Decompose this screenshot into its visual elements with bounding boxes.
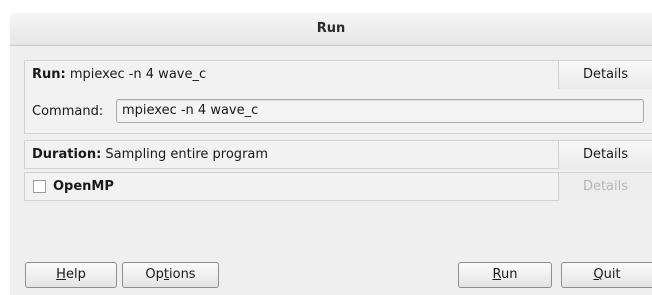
help-mnemonic: H [56,267,66,282]
options-button[interactable]: Options [122,262,219,288]
run-label-heading: Run: [32,67,66,82]
help-rest: elp [65,267,86,282]
duration-details-button[interactable]: Details [558,141,652,169]
quit-mnemonic: Q [593,267,604,282]
run-dialog: Run Run: mpiexec -n 4 wave_c Details Com… [10,12,652,295]
run-rest: un [500,267,518,282]
duration-label-value: Sampling entire program [101,147,269,162]
options-before: Op [145,267,164,282]
command-input[interactable]: mpiexec -n 4 wave_c [116,99,644,123]
run-button[interactable]: Run [458,262,552,288]
openmp-checkbox[interactable] [33,180,46,193]
run-mnemonic: R [492,267,501,282]
quit-button[interactable]: Quit [561,262,652,288]
title-bar[interactable]: Run [10,12,652,46]
duration-label-heading: Duration: [32,147,102,162]
options-rest: ions [169,267,196,282]
command-label: Command: [32,104,104,119]
run-details-button[interactable]: Details [558,61,652,89]
openmp-label: OpenMP [53,173,114,201]
help-button[interactable]: Help [25,262,117,288]
openmp-section: OpenMP Details [24,172,652,201]
openmp-details-button: Details [558,173,652,201]
run-section: Run: mpiexec -n 4 wave_c Details Command… [24,60,652,134]
window-title: Run [316,21,346,36]
run-label: Run: mpiexec -n 4 wave_c [32,61,206,89]
duration-label: Duration: Sampling entire program [32,141,268,169]
run-label-value: mpiexec -n 4 wave_c [65,67,207,82]
openmp-label-heading: OpenMP [53,179,114,194]
quit-rest: uit [603,267,621,282]
duration-section: Duration: Sampling entire program Detail… [24,140,652,169]
